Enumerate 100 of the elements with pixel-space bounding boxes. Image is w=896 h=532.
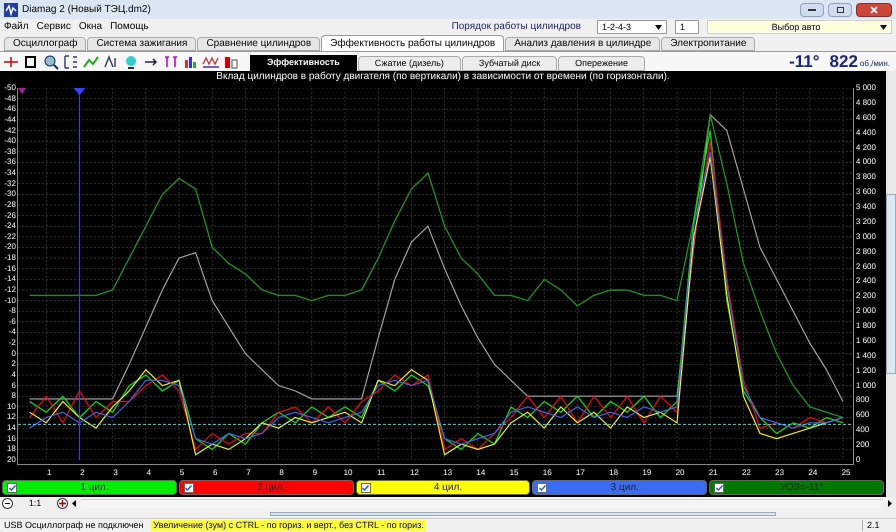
axis-label: 1 400 <box>856 350 877 361</box>
minimize-button[interactable] <box>800 2 824 16</box>
axis-label: 21 <box>708 468 718 478</box>
horizontal-scrollbar[interactable] <box>81 498 883 508</box>
version-label: 2.1 <box>862 520 892 531</box>
axis-label: -4 <box>8 327 16 338</box>
axis-label: 2 400 <box>856 276 877 286</box>
axis-label: 6 <box>213 468 218 478</box>
checkbox[interactable] <box>184 482 194 492</box>
checkbox[interactable] <box>360 482 371 492</box>
axis-label: -12 <box>4 284 16 295</box>
axis-label: 5 000 <box>856 83 877 93</box>
axis-label: 2 200 <box>856 291 877 302</box>
legend-label: 1 цил. <box>79 482 110 494</box>
tab[interactable]: Сравнение цилиндров <box>197 37 320 51</box>
scroll-thumb[interactable] <box>270 512 776 516</box>
axis-label: 1 000 <box>856 380 877 390</box>
left-marker-icon[interactable] <box>18 88 26 94</box>
axis-label: 2 600 <box>856 262 877 272</box>
car-select[interactable]: Выбор авто <box>707 20 892 34</box>
chart-title: Вклад цилиндров в работу двигателя (по вертикали) в зависимости от времени (по горизонтали). <box>216 71 670 83</box>
axis-label: 12 <box>6 412 16 422</box>
window-title: Diamag 2 (Новый ТЭЦ.dm2) <box>22 4 151 16</box>
marker-icon[interactable] <box>162 54 180 70</box>
axis-label: 18 <box>6 444 16 454</box>
view-tab[interactable]: Эффективность <box>250 55 357 71</box>
axis-label: 3 000 <box>856 232 877 242</box>
axis-label: 14 <box>6 423 16 433</box>
zoom-out-button[interactable] <box>2 498 13 509</box>
cursor-marker-icon[interactable] <box>73 88 86 95</box>
axis-label: 3 800 <box>856 172 877 182</box>
cylinder-legend[interactable]: 2 цил. <box>178 480 354 495</box>
axis-label: -20 <box>4 242 16 252</box>
firing-order-select[interactable]: 1-2-4-3 <box>597 20 667 34</box>
axis-label: -16 <box>4 264 16 274</box>
axis-label: -8 <box>8 306 16 316</box>
axis-label: 3 400 <box>856 202 877 212</box>
axis-label: 20 <box>676 468 684 478</box>
axis-label: 200 <box>856 440 870 450</box>
axis-label: 10 <box>6 402 16 412</box>
axis-label: 4 800 <box>856 98 877 108</box>
axis-label: -36 <box>4 157 16 168</box>
axis-label: 4 600 <box>856 112 877 123</box>
close-button[interactable] <box>856 2 892 16</box>
axis-label: 800 <box>856 395 870 406</box>
scroll-right-icon[interactable] <box>885 498 894 509</box>
scale-icon[interactable] <box>62 54 80 70</box>
menu-item[interactable]: Сервис <box>36 21 71 33</box>
vertical-scrollbar[interactable] <box>886 71 896 497</box>
axis-label: 4 <box>146 468 152 478</box>
tab[interactable]: Система зажигания <box>87 37 196 51</box>
axis-label: -50 <box>4 83 16 93</box>
app-logo-icon <box>4 2 18 16</box>
magnifier-icon[interactable] <box>42 54 60 70</box>
axis-label: 3 600 <box>856 187 877 198</box>
cylinder-spinner[interactable]: 1 <box>675 20 699 34</box>
menu-item[interactable]: Окна <box>78 21 102 33</box>
scroll-left-icon[interactable] <box>70 498 79 509</box>
firing-order-label: Порядок работы цилиндров <box>452 21 581 33</box>
axis-label: 8 <box>279 468 284 478</box>
axis-label: 2 <box>11 359 16 370</box>
tab[interactable]: Анализ давления в цилиндре <box>505 37 660 51</box>
view-tab[interactable]: Зубчатый диск <box>462 56 558 71</box>
cylinder-legend[interactable]: 3 цил. <box>532 480 708 495</box>
axis-label: 25 <box>842 468 850 478</box>
checkbox[interactable] <box>714 482 724 492</box>
zoom-in-button[interactable] <box>57 498 68 509</box>
axis-label: 2 800 <box>856 246 877 257</box>
checkbox[interactable] <box>7 482 17 492</box>
legend-label: УОЗ=-11° <box>778 482 824 494</box>
legend-label: 4 цил. <box>432 482 464 494</box>
view-tab[interactable]: Сжатие (дизель) <box>358 56 461 71</box>
axis-label: 9 <box>312 468 318 478</box>
tab[interactable]: Осциллограф <box>4 37 86 51</box>
tab[interactable]: Электропитание <box>661 37 756 51</box>
cylinder-legend[interactable]: 1 цил. <box>2 480 177 495</box>
axis-label: -40 <box>4 136 16 146</box>
hint-text: Увеличение (зум) с CTRL - по гориз. и верт., без CTRL - по гориз. <box>151 520 426 531</box>
axis-label: -18 <box>4 253 16 263</box>
restore-button[interactable] <box>828 2 852 16</box>
menu-item[interactable]: Помощь <box>110 21 149 33</box>
axis-label: 4 400 <box>856 128 877 138</box>
tab[interactable]: Эффективность работы цилиндров <box>321 35 504 51</box>
cylinder-legend[interactable]: 4 цил. <box>356 480 530 495</box>
axis-label: 22 <box>742 468 751 478</box>
checkmark-icon <box>185 484 192 490</box>
axis-label: 1 800 <box>856 321 877 331</box>
axis-label: 18 <box>609 468 618 478</box>
axis-label: 20 <box>6 454 16 465</box>
axis-label: -44 <box>4 114 16 125</box>
plus-icon <box>59 500 66 507</box>
axis-label: 5 <box>180 468 184 478</box>
view-tab[interactable]: Опережение <box>558 56 645 71</box>
menu-item[interactable]: Файл <box>4 21 29 33</box>
axis-label: -32 <box>4 178 16 189</box>
checkbox[interactable] <box>537 482 548 492</box>
legend-label: 2 цил. <box>256 482 286 494</box>
axis-label: -6 <box>8 316 16 327</box>
axis-label: 24 <box>808 468 818 478</box>
axis-label: 4 000 <box>856 157 877 168</box>
